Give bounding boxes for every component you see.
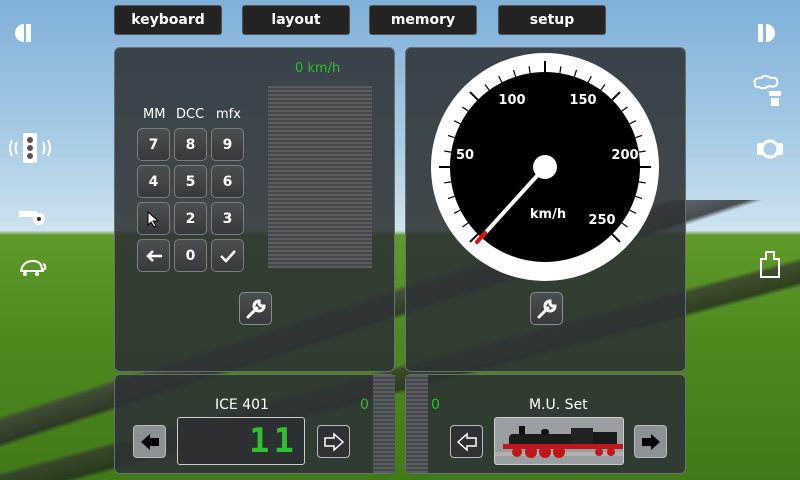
key-5[interactable]: 5 (174, 165, 207, 198)
loco-panel-left: ICE 401 0 11 (114, 374, 395, 474)
keypad-settings-button[interactable] (239, 292, 272, 325)
speed-readout: 0 km/h (295, 61, 341, 76)
key-0[interactable]: 0 (174, 239, 207, 272)
speedometer-panel: 50 100 150 200 250 km/h (405, 47, 686, 372)
smoke-icon[interactable] (750, 75, 786, 106)
protocol-label-mfx: mfx (216, 107, 241, 122)
tab-keyboard[interactable]: keyboard (114, 5, 222, 35)
loco-address-display[interactable]: 11 (177, 417, 305, 465)
back-arrow-icon (145, 249, 162, 262)
loco-speed-bar-left[interactable] (373, 375, 395, 473)
signal-icon[interactable] (8, 133, 52, 163)
wrench-icon (246, 298, 266, 318)
key-1[interactable] (137, 202, 170, 235)
speedometer-gauge: 50 100 150 200 250 km/h (431, 53, 659, 281)
key-6[interactable]: 6 (211, 165, 244, 198)
speed-slider[interactable] (268, 86, 372, 268)
loco-speed-right: 0 (431, 397, 440, 413)
loco-name-left: ICE 401 (215, 397, 269, 413)
steam-locomotive-icon (495, 426, 623, 458)
key-7[interactable]: 7 (137, 128, 170, 161)
address-digits: 11 (249, 421, 298, 461)
cursor-icon (147, 210, 159, 228)
tab-layout[interactable]: layout (242, 5, 350, 35)
key-8[interactable]: 8 (174, 128, 207, 161)
speed-label-200: 200 (611, 148, 638, 163)
key-3[interactable]: 3 (211, 202, 244, 235)
check-icon (219, 249, 236, 263)
loco-name-right: M.U. Set (529, 397, 588, 413)
speed-label-50: 50 (456, 148, 474, 163)
key-2[interactable]: 2 (174, 202, 207, 235)
tab-memory[interactable]: memory (369, 5, 477, 35)
loco-panel-right: 0 M.U. Set (405, 374, 686, 474)
arrow-left-icon (456, 431, 477, 452)
pause-icon[interactable] (6, 18, 42, 48)
protocol-label-dcc: DCC (176, 107, 205, 122)
arrow-right-icon (323, 431, 344, 452)
protocol-label-mm: MM (143, 107, 166, 122)
speed-unit-label: km/h (530, 207, 566, 222)
loco-speed-left: 0 (360, 397, 369, 413)
loco-prev-button-right[interactable] (450, 425, 483, 458)
brake-icon[interactable] (752, 134, 788, 164)
speed-label-250: 250 (588, 213, 615, 228)
speedometer-settings-button[interactable] (530, 292, 563, 325)
weight-icon[interactable] (752, 250, 788, 280)
key-backspace[interactable] (137, 239, 170, 272)
keypad-panel: MM DCC mfx 0 km/h 7 8 9 4 5 6 2 3 0 (114, 47, 395, 372)
arrow-left-icon (140, 433, 159, 450)
tab-setup[interactable]: setup (498, 5, 606, 35)
needle-hub (533, 155, 557, 179)
loco-next-button-right[interactable] (634, 425, 667, 458)
loco-image[interactable] (494, 417, 624, 465)
speed-label-100: 100 (498, 93, 525, 108)
speed-label-150: 150 (569, 93, 596, 108)
record-icon[interactable] (748, 18, 784, 48)
key-confirm[interactable] (211, 239, 244, 272)
key-4[interactable]: 4 (137, 165, 170, 198)
loco-speed-bar-right[interactable] (406, 375, 428, 473)
wrench-icon (537, 298, 557, 318)
loco-prev-button-left[interactable] (133, 425, 166, 458)
arrow-right-icon (641, 433, 660, 450)
turtle-icon[interactable] (14, 252, 50, 282)
whistle-icon[interactable] (14, 202, 50, 232)
loco-next-button-left[interactable] (317, 425, 350, 458)
key-9[interactable]: 9 (211, 128, 244, 161)
